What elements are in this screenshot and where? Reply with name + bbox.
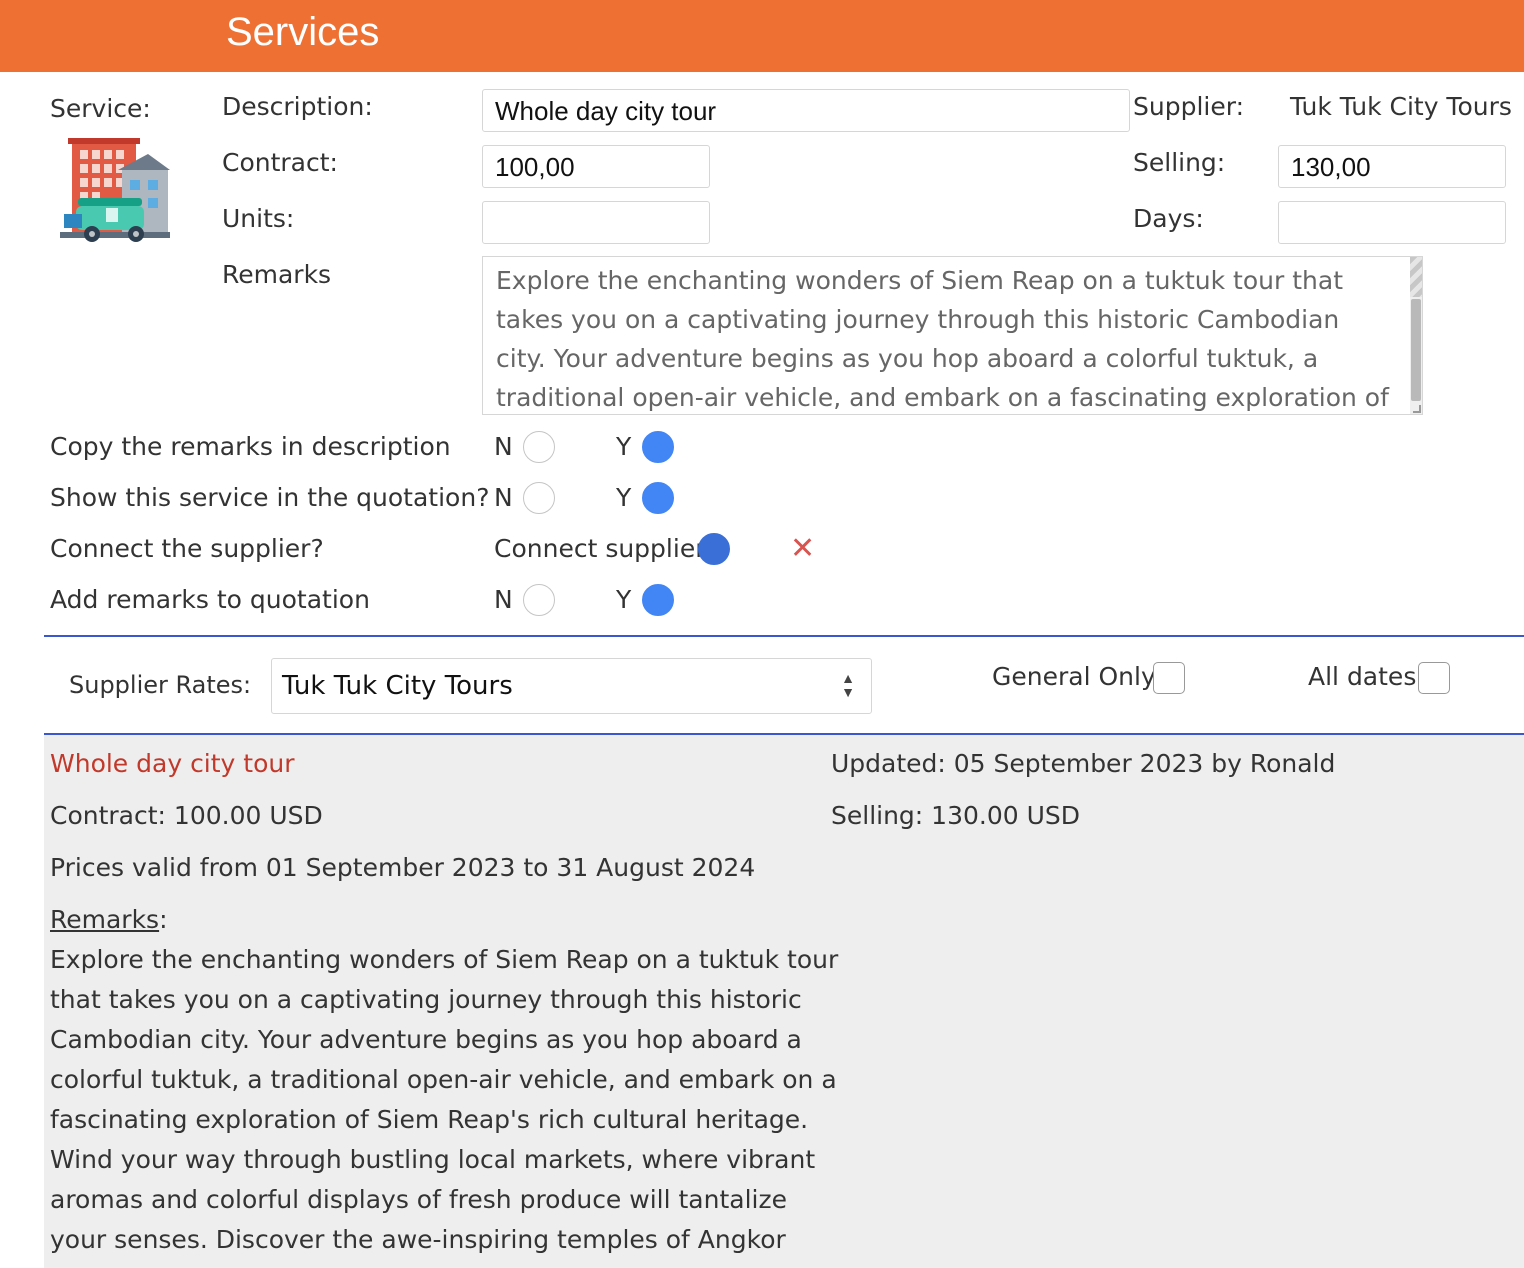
- add-remarks-y-label: Y: [616, 585, 632, 614]
- page-header: Services: [0, 0, 1524, 72]
- show-in-quotation-y-label: Y: [616, 483, 632, 512]
- remarks-label: Remarks: [222, 260, 332, 289]
- selling-input[interactable]: 130,00: [1278, 145, 1506, 188]
- connect-supplier-option-label: Connect supplier: [494, 534, 706, 563]
- selling-label: Selling:: [1133, 148, 1226, 177]
- rate-remarks-heading: Remarks:: [50, 905, 168, 934]
- remarks-textarea[interactable]: Explore the enchanting wonders of Siem R…: [482, 256, 1423, 415]
- connect-supplier-radio[interactable]: [698, 533, 730, 565]
- add-remarks-label: Add remarks to quotation: [50, 585, 370, 614]
- page-title: Services: [226, 10, 380, 54]
- show-in-quotation-n-radio[interactable]: [523, 482, 555, 514]
- units-label: Units:: [222, 204, 295, 233]
- description-label: Description:: [222, 92, 373, 121]
- copy-remarks-y-radio[interactable]: [642, 431, 674, 463]
- service-label: Service:: [50, 94, 151, 123]
- days-input[interactable]: [1278, 201, 1506, 244]
- show-in-quotation-n-label: N: [494, 483, 513, 512]
- copy-remarks-y-label: Y: [616, 432, 632, 461]
- supplier-rates-label: Supplier Rates:: [69, 671, 252, 699]
- add-remarks-n-radio[interactable]: [523, 584, 555, 616]
- rate-updated: Updated: 05 September 2023 by Ronald: [831, 749, 1336, 778]
- copy-remarks-label: Copy the remarks in description: [50, 432, 451, 461]
- add-remarks-y-radio[interactable]: [642, 584, 674, 616]
- scroll-up-icon[interactable]: [1410, 257, 1422, 297]
- rate-title: Whole day city tour: [50, 749, 295, 778]
- updown-arrows-icon: ▲ ▼: [841, 670, 855, 700]
- remarks-scrollbar[interactable]: [1410, 257, 1422, 414]
- units-input[interactable]: [482, 201, 710, 244]
- connect-supplier-label: Connect the supplier?: [50, 534, 324, 563]
- supplier-label: Supplier:: [1133, 92, 1244, 121]
- rate-remarks-heading-text: Remarks: [50, 905, 160, 934]
- all-dates-label: All dates: [1308, 662, 1417, 691]
- divider-top: [44, 635, 1524, 637]
- resize-grip-icon[interactable]: [1413, 405, 1421, 413]
- close-icon[interactable]: ✕: [790, 534, 815, 564]
- city-tuktuk-icon: [56, 136, 172, 248]
- rate-validity: Prices valid from 01 September 2023 to 3…: [50, 853, 756, 882]
- general-only-label: General Only: [992, 662, 1156, 691]
- supplier-rates-selected: Tuk Tuk City Tours: [282, 671, 513, 701]
- days-label: Days:: [1133, 204, 1204, 233]
- rate-contract: Contract: 100.00 USD: [50, 801, 323, 830]
- general-only-checkbox[interactable]: [1153, 662, 1185, 694]
- copy-remarks-n-radio[interactable]: [523, 431, 555, 463]
- all-dates-checkbox[interactable]: [1418, 662, 1450, 694]
- contract-label: Contract:: [222, 148, 338, 177]
- copy-remarks-n-label: N: [494, 432, 513, 461]
- supplier-rates-select[interactable]: Tuk Tuk City Tours ▲ ▼: [271, 658, 872, 714]
- show-in-quotation-label: Show this service in the quotation?: [50, 483, 490, 512]
- rate-selling: Selling: 130.00 USD: [831, 801, 1081, 830]
- remarks-textarea-text: Explore the enchanting wonders of Siem R…: [496, 266, 1389, 412]
- show-in-quotation-y-radio[interactable]: [642, 482, 674, 514]
- contract-input[interactable]: 100,00: [482, 145, 710, 188]
- rate-remarks-colon: :: [159, 905, 168, 934]
- description-input[interactable]: Whole day city tour: [482, 89, 1130, 132]
- rate-details-panel: Whole day city tour Updated: 05 Septembe…: [44, 735, 1524, 1268]
- rate-remarks-text: Explore the enchanting wonders of Siem R…: [50, 945, 839, 1268]
- add-remarks-n-label: N: [494, 585, 513, 614]
- supplier-value: Tuk Tuk City Tours: [1290, 92, 1512, 121]
- remarks-scroll-thumb[interactable]: [1411, 299, 1421, 401]
